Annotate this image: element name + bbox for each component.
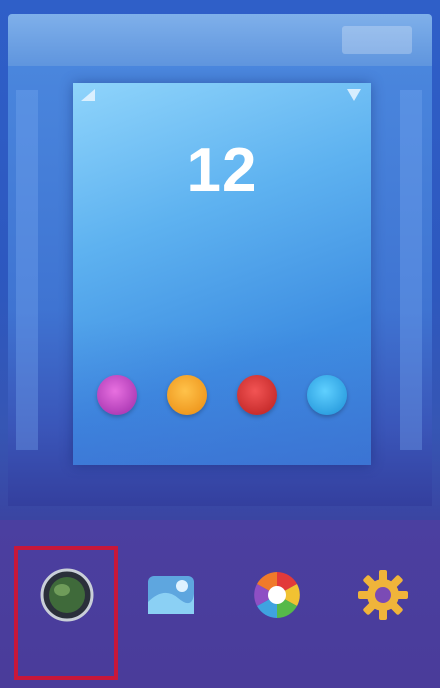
themes-icon [254,572,300,618]
dock-app [235,375,279,421]
option-wallpaper[interactable] [118,558,222,682]
header-bar [8,14,432,66]
browser-app-icon [307,375,347,415]
next-page-preview[interactable] [400,90,422,450]
previous-page-preview[interactable] [16,90,38,450]
home-settings-icon [358,570,408,620]
home-screen-pager[interactable]: 12 [8,66,432,506]
dock-app [95,375,139,421]
header-action-button[interactable] [342,26,412,54]
home-customize-screen: 12 [0,0,440,688]
wifi-icon [347,89,361,101]
option-home-settings[interactable] [330,558,434,682]
wallpaper-icon [148,576,194,614]
signal-icon [81,89,95,101]
dock-app [305,375,349,421]
preview-dock [73,375,371,455]
home-screen-preview[interactable]: 12 [73,83,371,465]
album-app-icon [97,375,137,415]
option-themes[interactable] [224,558,328,682]
selection-highlight [14,546,118,680]
clock-widget-time: 12 [186,136,258,205]
music-app-icon [167,375,207,415]
video-app-icon [237,375,277,415]
dock-app [165,375,209,421]
